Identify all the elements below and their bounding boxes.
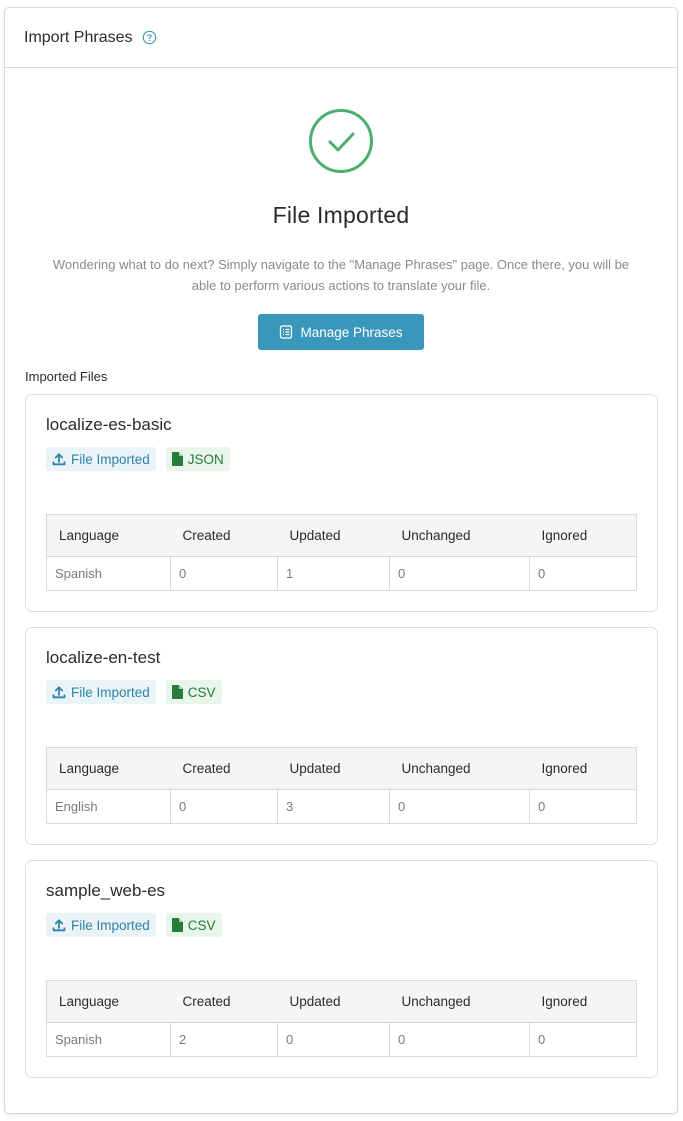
- cell-created: 0: [170, 556, 278, 591]
- page-title: Import Phrases: [24, 28, 133, 46]
- check-circle-icon: [309, 109, 373, 173]
- status-badge-label: File Imported: [71, 451, 150, 467]
- import-stats-table: Language Created Updated Unchanged Ignor…: [46, 747, 637, 824]
- file-type-badge: CSV: [165, 680, 222, 704]
- table-row: Spanish 2 0 0 0: [46, 1022, 637, 1057]
- cell-language: Spanish: [46, 1022, 171, 1057]
- column-header-unchanged: Unchanged: [389, 980, 530, 1023]
- column-header-created: Created: [170, 980, 278, 1023]
- table-header-row: Language Created Updated Unchanged Ignor…: [46, 514, 637, 557]
- file-card: sample_web-es File Imported CSV Language…: [25, 860, 658, 1078]
- question-circle-icon[interactable]: [142, 30, 157, 45]
- file-icon: [171, 452, 183, 466]
- column-header-unchanged: Unchanged: [389, 514, 530, 557]
- status-badge: File Imported: [46, 447, 156, 471]
- status-badge: File Imported: [46, 913, 156, 937]
- upload-icon: [52, 919, 66, 932]
- file-type-label: JSON: [187, 451, 224, 467]
- file-card: localize-en-test File Imported CSV Langu…: [25, 627, 658, 845]
- manage-phrases-button[interactable]: Manage Phrases: [258, 314, 424, 350]
- column-header-language: Language: [46, 980, 171, 1023]
- cell-language: English: [46, 789, 171, 824]
- cell-language: Spanish: [46, 556, 171, 591]
- column-header-ignored: Ignored: [529, 980, 637, 1023]
- cell-created: 2: [170, 1022, 278, 1057]
- cell-unchanged: 0: [389, 1022, 530, 1057]
- column-header-created: Created: [170, 514, 278, 557]
- column-header-language: Language: [46, 514, 171, 557]
- file-card: localize-es-basic File Imported JSON Lan…: [25, 394, 658, 612]
- panel-header: Import Phrases: [5, 8, 677, 68]
- manage-phrases-label: Manage Phrases: [300, 324, 403, 340]
- status-badge-label: File Imported: [71, 684, 150, 700]
- upload-icon: [52, 686, 66, 699]
- file-icon: [171, 918, 183, 932]
- status-badge: File Imported: [46, 680, 156, 704]
- table-header-row: Language Created Updated Unchanged Ignor…: [46, 747, 637, 790]
- file-name: localize-es-basic: [46, 415, 172, 434]
- cell-ignored: 0: [529, 789, 637, 824]
- upload-icon: [52, 453, 66, 466]
- cell-updated: 3: [277, 789, 390, 824]
- file-type-label: CSV: [187, 684, 216, 700]
- import-stats-table: Language Created Updated Unchanged Ignor…: [46, 980, 637, 1057]
- file-badges: File Imported CSV: [46, 913, 222, 937]
- column-header-updated: Updated: [277, 514, 390, 557]
- file-type-label: CSV: [187, 917, 216, 933]
- status-badge-label: File Imported: [71, 917, 150, 933]
- column-header-ignored: Ignored: [529, 514, 637, 557]
- column-header-updated: Updated: [277, 747, 390, 790]
- import-stats-table: Language Created Updated Unchanged Ignor…: [46, 514, 637, 591]
- cell-ignored: 0: [529, 1022, 637, 1057]
- import-phrases-panel: Import Phrases File Imported Wondering w…: [4, 7, 678, 1114]
- cell-updated: 0: [277, 1022, 390, 1057]
- table-header-row: Language Created Updated Unchanged Ignor…: [46, 980, 637, 1023]
- file-name: sample_web-es: [46, 881, 166, 900]
- imported-files-heading: Imported Files: [25, 369, 108, 384]
- file-badges: File Imported JSON: [46, 447, 230, 471]
- column-header-updated: Updated: [277, 980, 390, 1023]
- success-description: Wondering what to do next? Simply naviga…: [52, 257, 630, 293]
- cell-ignored: 0: [529, 556, 637, 591]
- import-success-section: File Imported Wondering what to do next?…: [5, 108, 677, 350]
- table-row: English 0 3 0 0: [46, 789, 637, 824]
- cell-unchanged: 0: [389, 789, 530, 824]
- file-type-badge: JSON: [165, 447, 230, 471]
- file-icon: [171, 685, 183, 699]
- table-row: Spanish 0 1 0 0: [46, 556, 637, 591]
- list-icon: [280, 325, 293, 339]
- column-header-created: Created: [170, 747, 278, 790]
- success-title: File Imported: [272, 202, 410, 228]
- cell-unchanged: 0: [389, 556, 530, 591]
- cell-updated: 1: [277, 556, 390, 591]
- column-header-language: Language: [46, 747, 171, 790]
- file-name: localize-en-test: [46, 648, 161, 667]
- column-header-unchanged: Unchanged: [389, 747, 530, 790]
- file-badges: File Imported CSV: [46, 680, 222, 704]
- file-type-badge: CSV: [165, 913, 222, 937]
- column-header-ignored: Ignored: [529, 747, 637, 790]
- cell-created: 0: [170, 789, 278, 824]
